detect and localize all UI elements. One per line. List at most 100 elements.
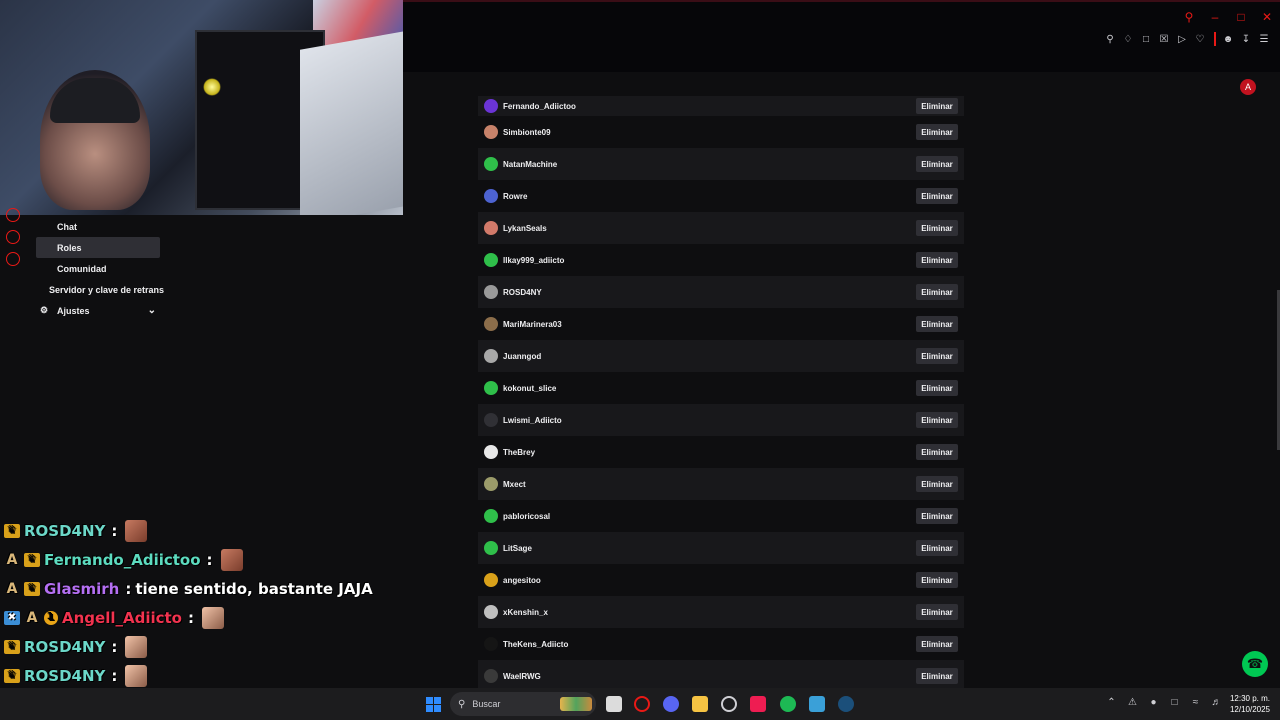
taskbar-search[interactable]: ⚲ Buscar	[450, 692, 596, 716]
close-icon[interactable]: ✕	[1260, 10, 1274, 24]
nav-item-ajustes[interactable]: ⚙ Ajustes ⌄	[36, 300, 160, 321]
table-row: Simbionte09 Eliminar	[478, 116, 964, 148]
remove-user-button[interactable]: Eliminar	[916, 156, 958, 172]
user-name: MariMarinera03	[503, 319, 562, 329]
clock-icon[interactable]	[6, 208, 20, 222]
chat-username[interactable]: ROSD4NY	[24, 638, 105, 656]
chat-message: A ♛ Glasmirh: tiene sentido, bastante JAJA	[4, 574, 404, 603]
home-icon[interactable]	[6, 230, 20, 244]
remove-user-button[interactable]: Eliminar	[916, 188, 958, 204]
remove-user-button[interactable]: Eliminar	[916, 476, 958, 492]
avatar	[484, 413, 498, 427]
table-row: angesitoo Eliminar	[478, 564, 964, 596]
chat-text: tiene sentido, bastante JAJA	[135, 579, 373, 598]
search-icon: ⚲	[458, 698, 466, 710]
taskbar-clock[interactable]: 12:30 p. m. 12/10/2025	[1230, 693, 1270, 715]
remove-user-button[interactable]: Eliminar	[916, 508, 958, 524]
remove-user-button[interactable]: Eliminar	[916, 668, 958, 684]
snapshot-icon[interactable]: □	[1140, 32, 1152, 46]
chat-username[interactable]: ROSD4NY	[24, 667, 105, 685]
wifi-icon[interactable]: ≈	[1190, 697, 1201, 708]
remove-user-button[interactable]: Eliminar	[916, 604, 958, 620]
menu-icon[interactable]: ☰	[1258, 32, 1270, 46]
remove-user-button[interactable]: Eliminar	[916, 348, 958, 364]
opera-gx-icon[interactable]	[634, 696, 650, 712]
shield-icon[interactable]: ☒	[1158, 32, 1170, 46]
chat-username[interactable]: Fernando_Adiictoo	[44, 551, 201, 569]
chevron-up-icon[interactable]: ⌃	[1106, 697, 1117, 708]
nav-item-server-key[interactable]: Servidor y clave de retrans	[36, 279, 164, 300]
chat-username[interactable]: ROSD4NY	[24, 522, 105, 540]
network-off-icon[interactable]: ⚠	[1127, 697, 1138, 708]
remove-user-button[interactable]: Eliminar	[916, 412, 958, 428]
tiktok-icon[interactable]	[750, 696, 766, 712]
remove-user-button[interactable]: Eliminar	[916, 444, 958, 460]
clock-time: 12:30 p. m.	[1229, 694, 1270, 703]
avatar	[484, 477, 498, 491]
remove-user-button[interactable]: Eliminar	[916, 540, 958, 556]
play-icon[interactable]: ▷	[1176, 32, 1188, 46]
account-icon[interactable]: ☻	[1222, 32, 1234, 46]
search-placeholder: Buscar	[472, 699, 501, 709]
emote-icon	[125, 519, 148, 542]
crown-badge-icon: ♛	[24, 552, 40, 567]
minimize-icon[interactable]: –	[1208, 10, 1222, 24]
spotify-icon[interactable]	[780, 696, 796, 712]
maximize-icon[interactable]: □	[1234, 10, 1248, 24]
user-name: Lwismi_Adiicto	[503, 415, 562, 425]
remove-user-button[interactable]: Eliminar	[916, 284, 958, 300]
user-name: kokonut_slice	[503, 383, 557, 393]
avatar	[484, 189, 498, 203]
discord-icon[interactable]	[663, 696, 679, 712]
remove-user-button[interactable]: Eliminar	[916, 316, 958, 332]
nav-item-chat[interactable]: Chat	[36, 216, 160, 237]
remove-user-button[interactable]: Eliminar	[916, 220, 958, 236]
settings-icon[interactable]	[6, 252, 20, 266]
nav-item-roles[interactable]: Roles	[36, 237, 160, 258]
nav-item-label: Chat	[57, 221, 77, 232]
volume-icon[interactable]: ♬	[1211, 697, 1222, 708]
system-tray: ⌃ ⚠ ● □ ≈ ♬	[1106, 697, 1222, 708]
emote-icon	[220, 548, 243, 571]
remove-user-button[interactable]: Eliminar	[916, 252, 958, 268]
user-name: pabloricosal	[503, 511, 551, 521]
chat-separator: :	[187, 608, 194, 627]
avatar	[484, 125, 498, 139]
task-view-icon[interactable]	[606, 696, 622, 712]
window-controls: ⚲ – □ ✕	[1182, 10, 1274, 24]
remove-user-button[interactable]: Eliminar	[916, 572, 958, 588]
emote-icon	[125, 635, 148, 658]
windows-start-icon[interactable]	[426, 697, 441, 712]
chat-separator: :	[125, 579, 132, 598]
avatar	[484, 349, 498, 363]
microphone-icon[interactable]: ●	[1148, 697, 1159, 708]
toolbar-divider	[1214, 32, 1216, 46]
table-row: Fernando_Adiictoo Eliminar	[478, 96, 964, 116]
display-icon[interactable]: □	[1169, 697, 1180, 708]
x-badge-icon: ✖	[4, 610, 20, 625]
remove-user-button[interactable]: Eliminar	[916, 636, 958, 652]
nav-item-comunidad[interactable]: Comunidad	[36, 258, 160, 279]
heart-icon[interactable]: ♡	[1194, 32, 1206, 46]
remove-user-button[interactable]: Eliminar	[916, 124, 958, 140]
capcut-icon[interactable]	[809, 696, 825, 712]
remove-user-button[interactable]: Eliminar	[916, 380, 958, 396]
chat-separator: :	[111, 666, 118, 685]
user-name: NatanMachine	[503, 159, 558, 169]
search-icon[interactable]: ⚲	[1182, 10, 1196, 24]
obs-icon[interactable]	[721, 696, 737, 712]
a-badge-icon: A	[6, 551, 18, 568]
file-explorer-icon[interactable]	[692, 696, 708, 712]
chat-username[interactable]: Glasmirh	[44, 580, 119, 598]
remove-user-button[interactable]: Eliminar	[916, 98, 958, 114]
download-icon[interactable]: ↧	[1240, 32, 1252, 46]
chat-username[interactable]: Angell_Adiicto	[62, 609, 182, 627]
pin-icon[interactable]: ♢	[1122, 32, 1134, 46]
zoom-icon[interactable]: ⚲	[1104, 32, 1116, 46]
user-name: Mxect	[503, 479, 526, 489]
support-chat-button[interactable]: ☎	[1242, 651, 1268, 677]
steam-icon[interactable]	[838, 696, 854, 712]
table-row: pabloricosal Eliminar	[478, 500, 964, 532]
table-row: NatanMachine Eliminar	[478, 148, 964, 180]
profile-avatar[interactable]: A	[1240, 79, 1256, 95]
